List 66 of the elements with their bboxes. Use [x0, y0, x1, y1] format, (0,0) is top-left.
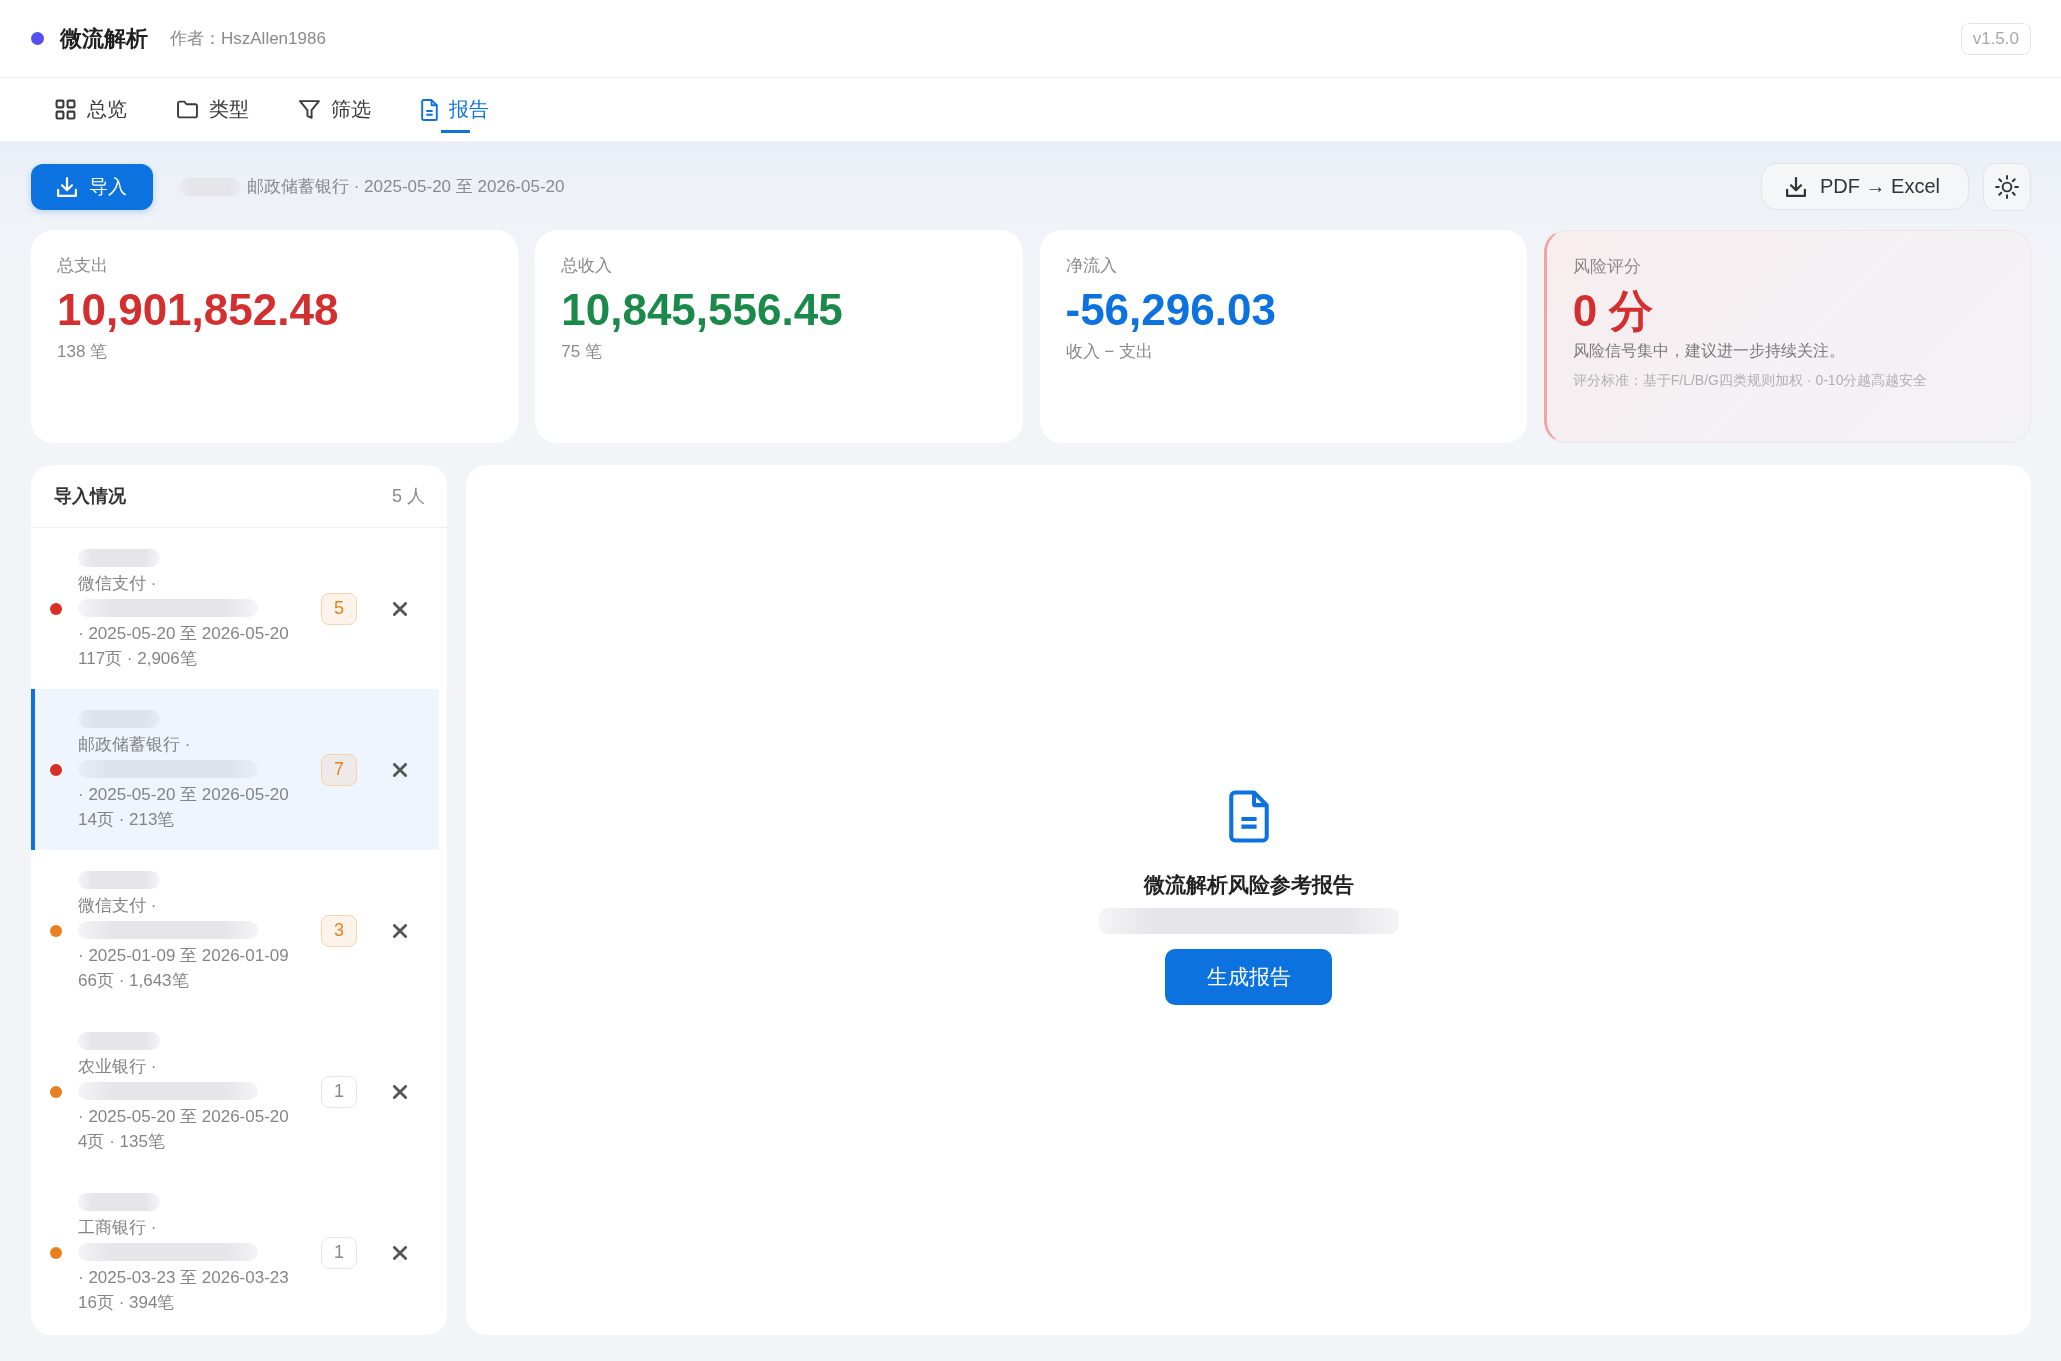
author-text: 作者：HszAllen1986: [170, 28, 326, 50]
period-text: · 2025-05-20 至 2026-05-20: [78, 1106, 289, 1128]
stat-value: 10,901,852.48: [57, 284, 339, 336]
file-summary: 邮政储蓄银行 · 2025-05-20 至 2026-05-20: [247, 176, 565, 198]
stats-text: 14页 · 213笔: [78, 809, 175, 831]
stat-label: 总收入: [561, 255, 613, 277]
download-icon: [57, 176, 77, 197]
import-row[interactable]: 农业银行 · · 2025-05-20 至 2026-05-20 4页 · 135笔 1: [31, 1011, 439, 1172]
theme-toggle-button[interactable]: [1983, 162, 2031, 211]
period-text: · 2025-03-23 至 2026-03-23: [78, 1267, 289, 1289]
app-title: 微流解析: [60, 24, 148, 53]
version-badge: v1.5.0: [1960, 22, 2031, 55]
document-icon: [421, 98, 438, 121]
source-text: 微信支付 ·: [78, 573, 157, 595]
risk-criteria: 评分标准：基于F/L/B/G四类规则加权 · 0-10分越高越安全: [1572, 372, 1928, 390]
source-text: 微信支付 ·: [78, 895, 157, 917]
tab[interactable]: 总览: [55, 78, 127, 141]
document-icon: [1228, 789, 1269, 843]
import-row[interactable]: 邮政储蓄银行 · · 2025-05-20 至 2026-05-20 14页 · 213笔 7: [31, 689, 439, 850]
stats-text: 66页 · 1,643笔: [78, 970, 189, 992]
grid-icon: [55, 99, 76, 120]
import-row[interactable]: 微信支付 · · 2025-01-09 至 2026-01-09 66页 · 1,643笔 3: [31, 850, 439, 1011]
stat-value: 10,845,556.45: [561, 284, 843, 336]
count-badge: 3: [321, 914, 357, 947]
import-row[interactable]: 微信支付 · · 2025-05-20 至 2026-05-20 117页 · 2,906笔 5: [31, 528, 439, 689]
import-button[interactable]: 导入: [31, 163, 153, 210]
stat-note: 75 笔: [561, 341, 602, 363]
period-text: · 2025-05-20 至 2026-05-20: [78, 623, 289, 645]
stats-text: 16页 · 394笔: [78, 1292, 175, 1314]
close-icon: [393, 762, 407, 777]
count-badge: 1: [321, 1075, 357, 1108]
close-icon: [393, 601, 407, 616]
stat-label: 总支出: [57, 255, 108, 277]
download-icon: [1785, 176, 1806, 197]
generate-report-button[interactable]: 生成报告: [1165, 948, 1332, 1005]
risk-note: 风险信号集中，建议进一步持续关注。: [1572, 341, 1845, 361]
stats-text: 117页 · 2,906笔: [78, 648, 197, 670]
count-badge: 1: [321, 1236, 357, 1269]
tab[interactable]: 筛选: [299, 78, 371, 141]
panel-title: 导入情况: [54, 485, 126, 508]
folder-icon: [177, 99, 198, 120]
source-text: 邮政储蓄银行 ·: [78, 734, 191, 756]
close-icon: [393, 1084, 407, 1099]
convert-button[interactable]: PDF → Excel: [1760, 163, 1969, 210]
count-badge: 7: [321, 753, 357, 786]
stat-label: 净流入: [1065, 255, 1117, 277]
source-text: 农业银行 ·: [78, 1056, 157, 1078]
risk-label: 风险评分: [1572, 256, 1641, 278]
count-badge: 5: [321, 592, 357, 625]
risk-score: 0 分: [1572, 285, 1654, 337]
stat-note: 138 笔: [57, 341, 108, 363]
close-icon: [393, 923, 407, 938]
stat-value: -56,296.03: [1065, 284, 1276, 336]
stat-note: 收入 − 支出: [1065, 341, 1153, 363]
import-row[interactable]: 工商银行 · · 2025-03-23 至 2026-03-23 16页 · 394笔 1: [31, 1172, 439, 1333]
sun-icon: [1995, 174, 2019, 199]
close-icon: [393, 1245, 407, 1260]
people-count: 5 人: [392, 485, 425, 508]
period-text: · 2025-05-20 至 2026-05-20: [78, 784, 289, 806]
filter-icon: [299, 99, 320, 120]
source-text: 工商银行 ·: [78, 1217, 157, 1239]
tab[interactable]: 类型: [177, 78, 249, 141]
stats-text: 4页 · 135笔: [78, 1131, 165, 1153]
period-text: · 2025-01-09 至 2026-01-09: [78, 945, 289, 967]
logo-icon: [31, 32, 44, 45]
report-title: 微流解析风险参考报告: [1143, 871, 1354, 898]
